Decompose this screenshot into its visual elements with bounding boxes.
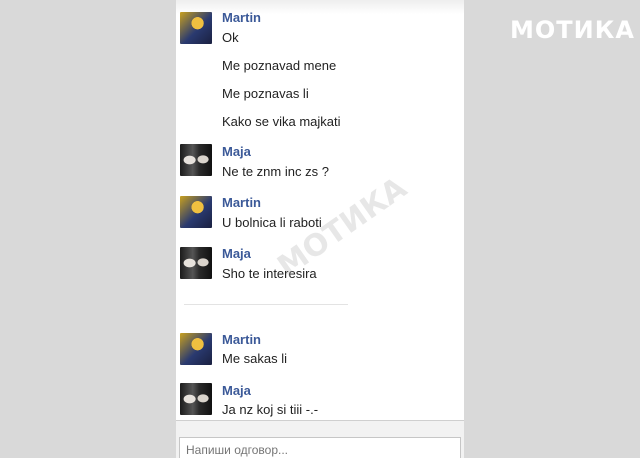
avatar-martin[interactable] [180,196,212,228]
reply-input[interactable] [179,437,461,458]
avatar-martin[interactable] [180,12,212,44]
sender-name[interactable]: Maja [222,144,251,159]
avatar-maja[interactable] [180,383,212,415]
top-fade [176,0,464,14]
message-text: Me poznavad mene [222,58,337,73]
message-text: Kako se vika majkati [222,114,341,129]
sender-name[interactable]: Martin [222,332,261,347]
message-text: Me sakas li [222,351,288,366]
sender-name[interactable]: Martin [222,195,261,210]
sender-name[interactable]: Maja [222,383,251,398]
message-text: Ne te znm inc zs ? [222,164,329,179]
sender-name[interactable]: Martin [222,10,261,25]
sender-name[interactable]: Maja [222,246,251,261]
avatar-martin[interactable] [180,333,212,365]
watermark-logo: МОТИКА [510,16,635,44]
avatar-maja[interactable] [180,144,212,176]
composer-bar [176,420,464,458]
message-text: Ja nz koj si tiii -.- [222,402,319,417]
message-text: Ok [222,30,239,45]
avatar-maja[interactable] [180,247,212,279]
message-text: Me poznavas li [222,86,309,101]
message-text: U bolnica li raboti [222,215,322,230]
time-divider [184,304,348,305]
